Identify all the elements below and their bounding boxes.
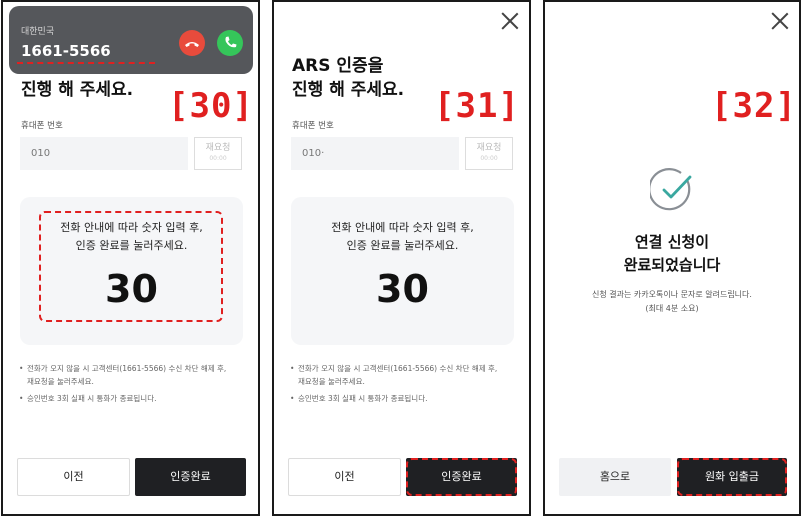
resend-button[interactable]: 재요청 00:00 — [465, 137, 513, 170]
caller-country: 대한민국 — [21, 27, 55, 37]
prev-button[interactable]: 이전 — [288, 458, 401, 496]
screen-step-31: ARS 인증을 진행 해 주세요. [31] 휴대폰 번호 010· 재요청 0… — [272, 0, 531, 516]
notice-list: 전화가 오지 않을 시 고객센터(1661-5566) 수신 차단 해제 후,재… — [19, 362, 249, 405]
ars-code: 30 — [376, 267, 429, 311]
instruction-line-2: 인증 완료를 눌러주세요. — [346, 239, 459, 252]
resend-button[interactable]: 재요청 00:00 — [194, 137, 242, 170]
ars-instruction: 전화 안내에 따라 숫자 입력 후, 인증 완료를 눌러주세요. — [291, 219, 514, 255]
completion-title: 연결 신청이 완료되었습니다 — [545, 231, 799, 277]
page-title: ARS 인증을 진행 해 주세요. — [292, 54, 404, 102]
notice-item: 전화가 오지 않을 시 고객센터(1661-5566) 수신 차단 해제 후,재… — [19, 362, 249, 388]
caller-number-highlight — [17, 62, 155, 64]
home-button[interactable]: 홈으로 — [559, 458, 671, 496]
resend-timer: 00:00 — [209, 155, 227, 162]
caller-number: 1661-5566 — [21, 42, 111, 60]
completion-sub-line-2: (최대 4분 소요) — [645, 304, 699, 313]
completion-subtitle: 신청 결과는 카카오톡이나 문자로 알려드립니다. (최대 4분 소요) — [545, 288, 799, 316]
close-icon[interactable] — [771, 12, 789, 30]
check-circle-icon — [648, 167, 696, 213]
resend-label: 재요청 — [476, 143, 502, 153]
screen-step-30: 대한민국 1661-5566 진행 해 주세요. [30] 휴대폰 번호 010… — [1, 0, 260, 516]
complete-auth-button[interactable]: 인증완료 — [135, 458, 246, 496]
completion-sub-line-1: 신청 결과는 카카오톡이나 문자로 알려드립니다. — [592, 290, 752, 299]
step-tag: [30] — [168, 86, 254, 126]
title-line-2: 진행 해 주세요. — [292, 80, 405, 100]
phone-label: 휴대폰 번호 — [292, 121, 334, 131]
completion-title-line-1: 연결 신청이 — [634, 233, 710, 251]
page-title: 진행 해 주세요. — [21, 80, 134, 100]
highlight-complete-button — [406, 458, 517, 496]
phone-decline-icon[interactable] — [179, 30, 205, 56]
notice-item: 승인번호 3회 실패 시 통화가 종료됩니다. — [19, 392, 249, 405]
step-tag: [32] — [711, 86, 797, 126]
screen-step-32: [32] 연결 신청이 완료되었습니다 신청 결과는 카카오톡이나 문자로 알려… — [543, 0, 801, 516]
step-tag: [31] — [434, 86, 520, 126]
resend-timer: 00:00 — [480, 155, 498, 162]
ars-code-card: 전화 안내에 따라 숫자 입력 후, 인증 완료를 눌러주세요. 30 — [291, 197, 514, 345]
close-icon[interactable] — [501, 12, 519, 30]
phone-input[interactable]: 010 — [20, 137, 188, 170]
highlight-krw-button — [677, 458, 787, 496]
prev-button[interactable]: 이전 — [17, 458, 130, 496]
completion-title-line-2: 완료되었습니다 — [623, 256, 721, 274]
resend-label: 재요청 — [205, 143, 231, 153]
incoming-call-banner[interactable]: 대한민국 1661-5566 — [9, 6, 253, 74]
notice-item: 승인번호 3회 실패 시 통화가 종료됩니다. — [290, 392, 520, 405]
phone-label: 휴대폰 번호 — [21, 121, 63, 131]
notice-item: 전화가 오지 않을 시 고객센터(1661-5566) 수신 차단 해제 후,재… — [290, 362, 520, 388]
highlight-code-box — [39, 211, 223, 322]
instruction-line-1: 전화 안내에 따라 숫자 입력 후, — [331, 221, 474, 234]
notice-list: 전화가 오지 않을 시 고객센터(1661-5566) 수신 차단 해제 후,재… — [290, 362, 520, 405]
phone-input[interactable]: 010· — [291, 137, 459, 170]
phone-accept-icon[interactable] — [217, 30, 243, 56]
title-line-1: ARS 인증을 — [292, 56, 384, 76]
